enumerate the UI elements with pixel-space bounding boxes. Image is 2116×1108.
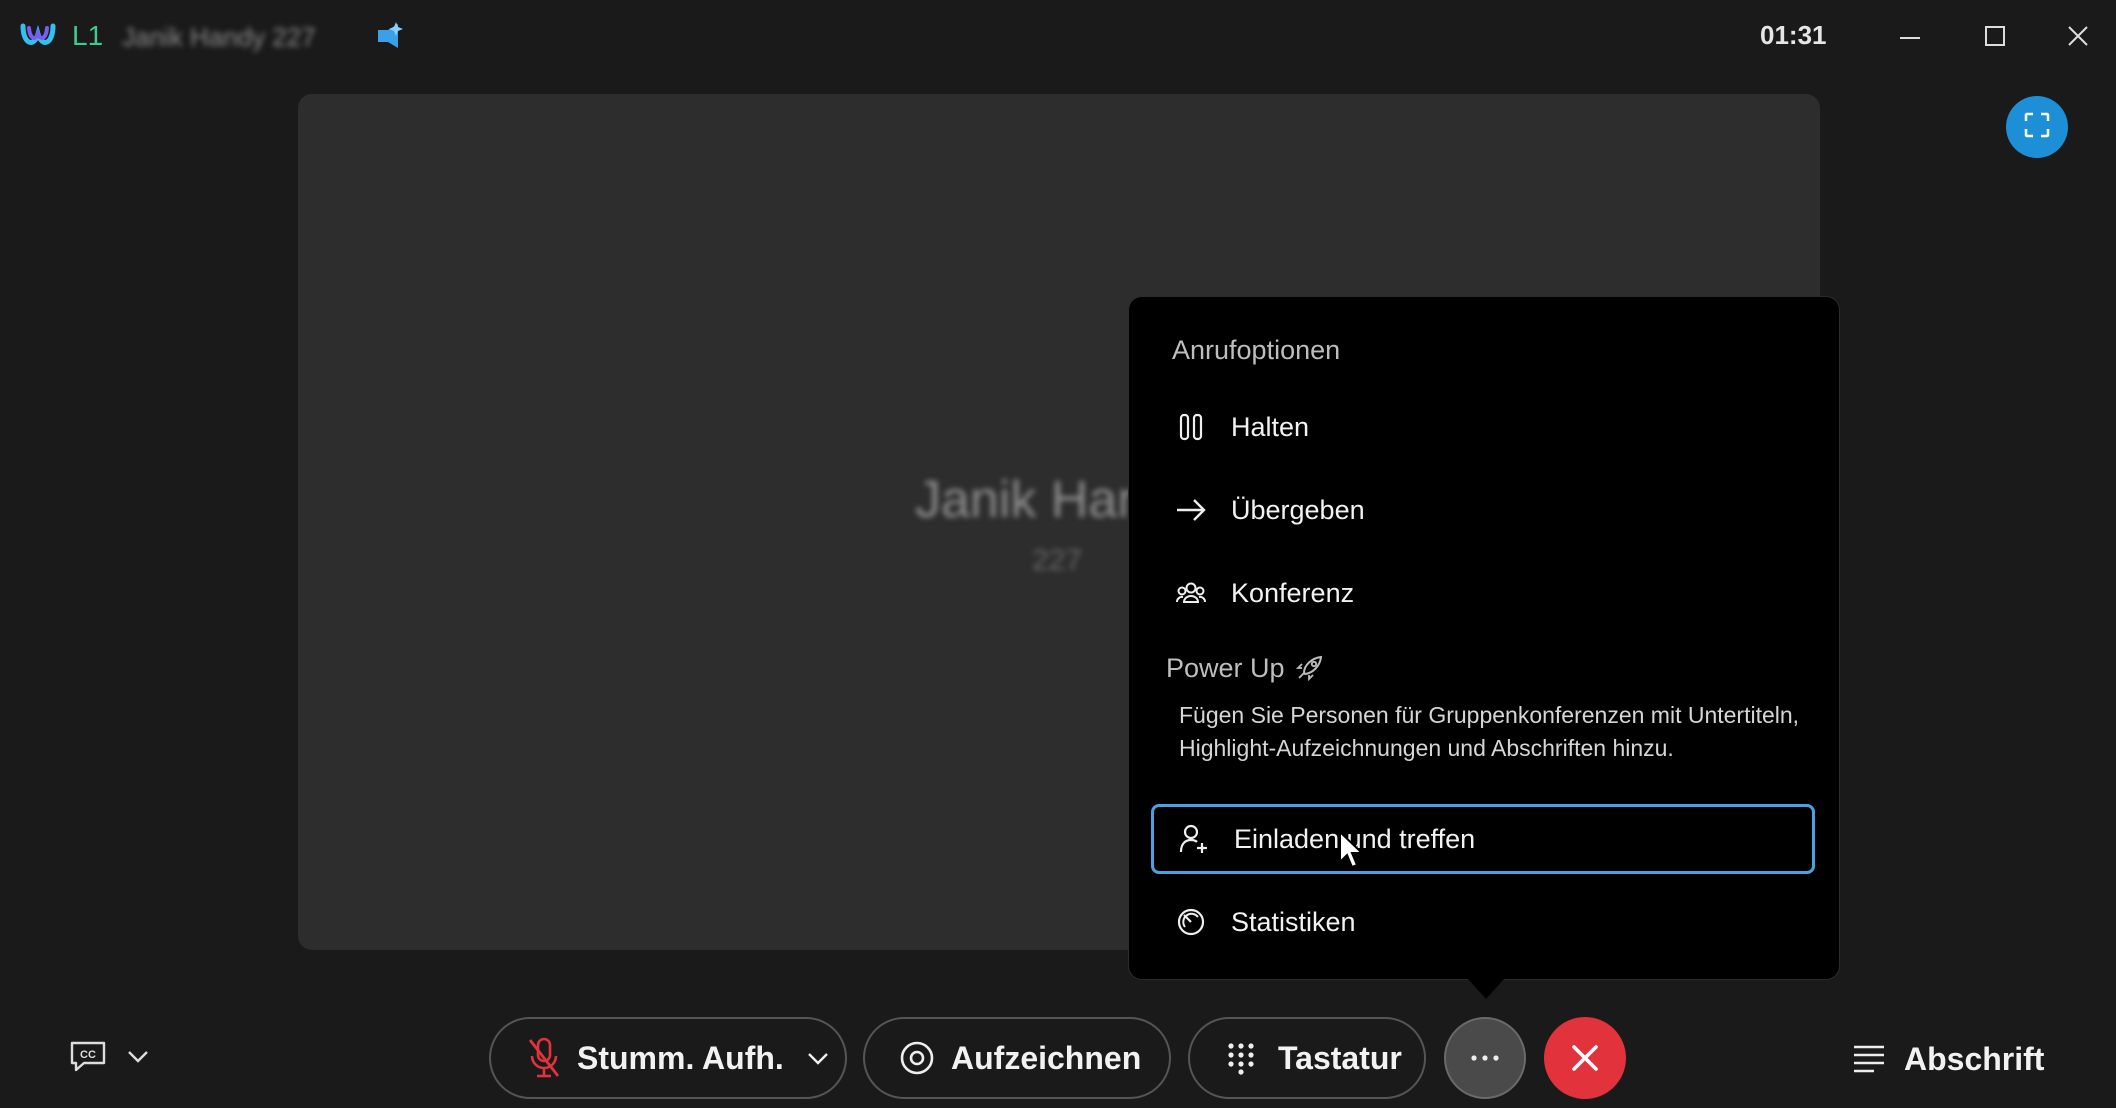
keypad-label: Tastatur bbox=[1278, 1039, 1402, 1076]
record-label: Aufzeichnen bbox=[951, 1039, 1142, 1076]
menu-item-statistics[interactable]: Statistiken bbox=[1151, 887, 1815, 957]
minimize-button[interactable] bbox=[1880, 12, 1940, 60]
chevron-down-icon[interactable] bbox=[126, 1048, 150, 1069]
add-person-icon bbox=[1174, 819, 1214, 859]
statistics-gauge-icon bbox=[1171, 902, 1211, 942]
power-up-heading: Power Up bbox=[1166, 653, 1324, 684]
record-button[interactable]: Aufzeichnen bbox=[863, 1017, 1171, 1099]
ai-assistant-icon[interactable] bbox=[370, 18, 406, 54]
participant-number: 227 bbox=[1032, 544, 1083, 577]
svg-text:CC: CC bbox=[80, 1049, 96, 1061]
close-window-button[interactable] bbox=[2048, 12, 2108, 60]
menu-item-transfer[interactable]: Übergeben bbox=[1151, 475, 1815, 545]
menu-caret bbox=[1468, 979, 1504, 999]
pause-icon bbox=[1171, 407, 1211, 447]
chevron-down-icon[interactable] bbox=[806, 1050, 830, 1066]
closed-captions-icon: CC bbox=[68, 1039, 108, 1078]
keypad-button[interactable]: Tastatur bbox=[1188, 1017, 1426, 1099]
menu-item-label: Halten bbox=[1231, 411, 1310, 442]
conference-icon bbox=[1171, 573, 1211, 613]
call-timer: 01:31 bbox=[1760, 20, 1827, 50]
webex-logo-icon bbox=[20, 22, 56, 50]
power-up-heading-text: Power Up bbox=[1166, 653, 1285, 683]
more-options-button[interactable] bbox=[1444, 1017, 1526, 1099]
menu-item-label: Übergeben bbox=[1231, 494, 1365, 525]
caller-title: Janik Handy 227 bbox=[122, 22, 316, 52]
menu-item-label: Statistiken bbox=[1231, 906, 1356, 937]
fullscreen-button[interactable] bbox=[2006, 96, 2068, 158]
maximize-button[interactable] bbox=[1965, 12, 2025, 60]
mic-muted-icon bbox=[527, 1036, 561, 1080]
call-options-menu: Anrufoptionen Halten Übergeben Konferenz… bbox=[1128, 296, 1840, 980]
transcript-button[interactable]: Abschrift bbox=[1852, 1034, 2044, 1084]
more-dots-icon bbox=[1470, 1054, 1500, 1062]
arrow-right-icon bbox=[1171, 490, 1211, 530]
close-icon bbox=[1569, 1042, 1601, 1074]
captions-button[interactable]: CC bbox=[68, 1036, 168, 1080]
rocket-icon bbox=[1292, 653, 1324, 683]
line-label: L1 bbox=[72, 20, 104, 51]
record-icon bbox=[899, 1040, 935, 1076]
mouse-cursor-icon bbox=[1338, 829, 1366, 870]
transcript-lines-icon bbox=[1852, 1043, 1886, 1075]
menu-item-label: Konferenz bbox=[1231, 577, 1355, 608]
unmute-button[interactable]: Stumm. Aufh. bbox=[489, 1017, 847, 1099]
unmute-label: Stumm. Aufh. bbox=[577, 1039, 784, 1076]
call-options-heading: Anrufoptionen bbox=[1172, 335, 1341, 365]
fullscreen-icon bbox=[2022, 110, 2052, 145]
menu-item-invite-meet[interactable]: Einladen und treffen bbox=[1151, 804, 1815, 874]
power-up-description: Fügen Sie Personen für Gruppenkonferenze… bbox=[1179, 702, 1800, 761]
menu-item-conference[interactable]: Konferenz bbox=[1151, 558, 1815, 628]
keypad-icon bbox=[1226, 1041, 1256, 1075]
title-bar: L1 Janik Handy 227 01:31 bbox=[0, 0, 2116, 72]
menu-item-hold[interactable]: Halten bbox=[1151, 392, 1815, 462]
transcript-label: Abschrift bbox=[1904, 1040, 2045, 1077]
end-call-button[interactable] bbox=[1544, 1017, 1626, 1099]
